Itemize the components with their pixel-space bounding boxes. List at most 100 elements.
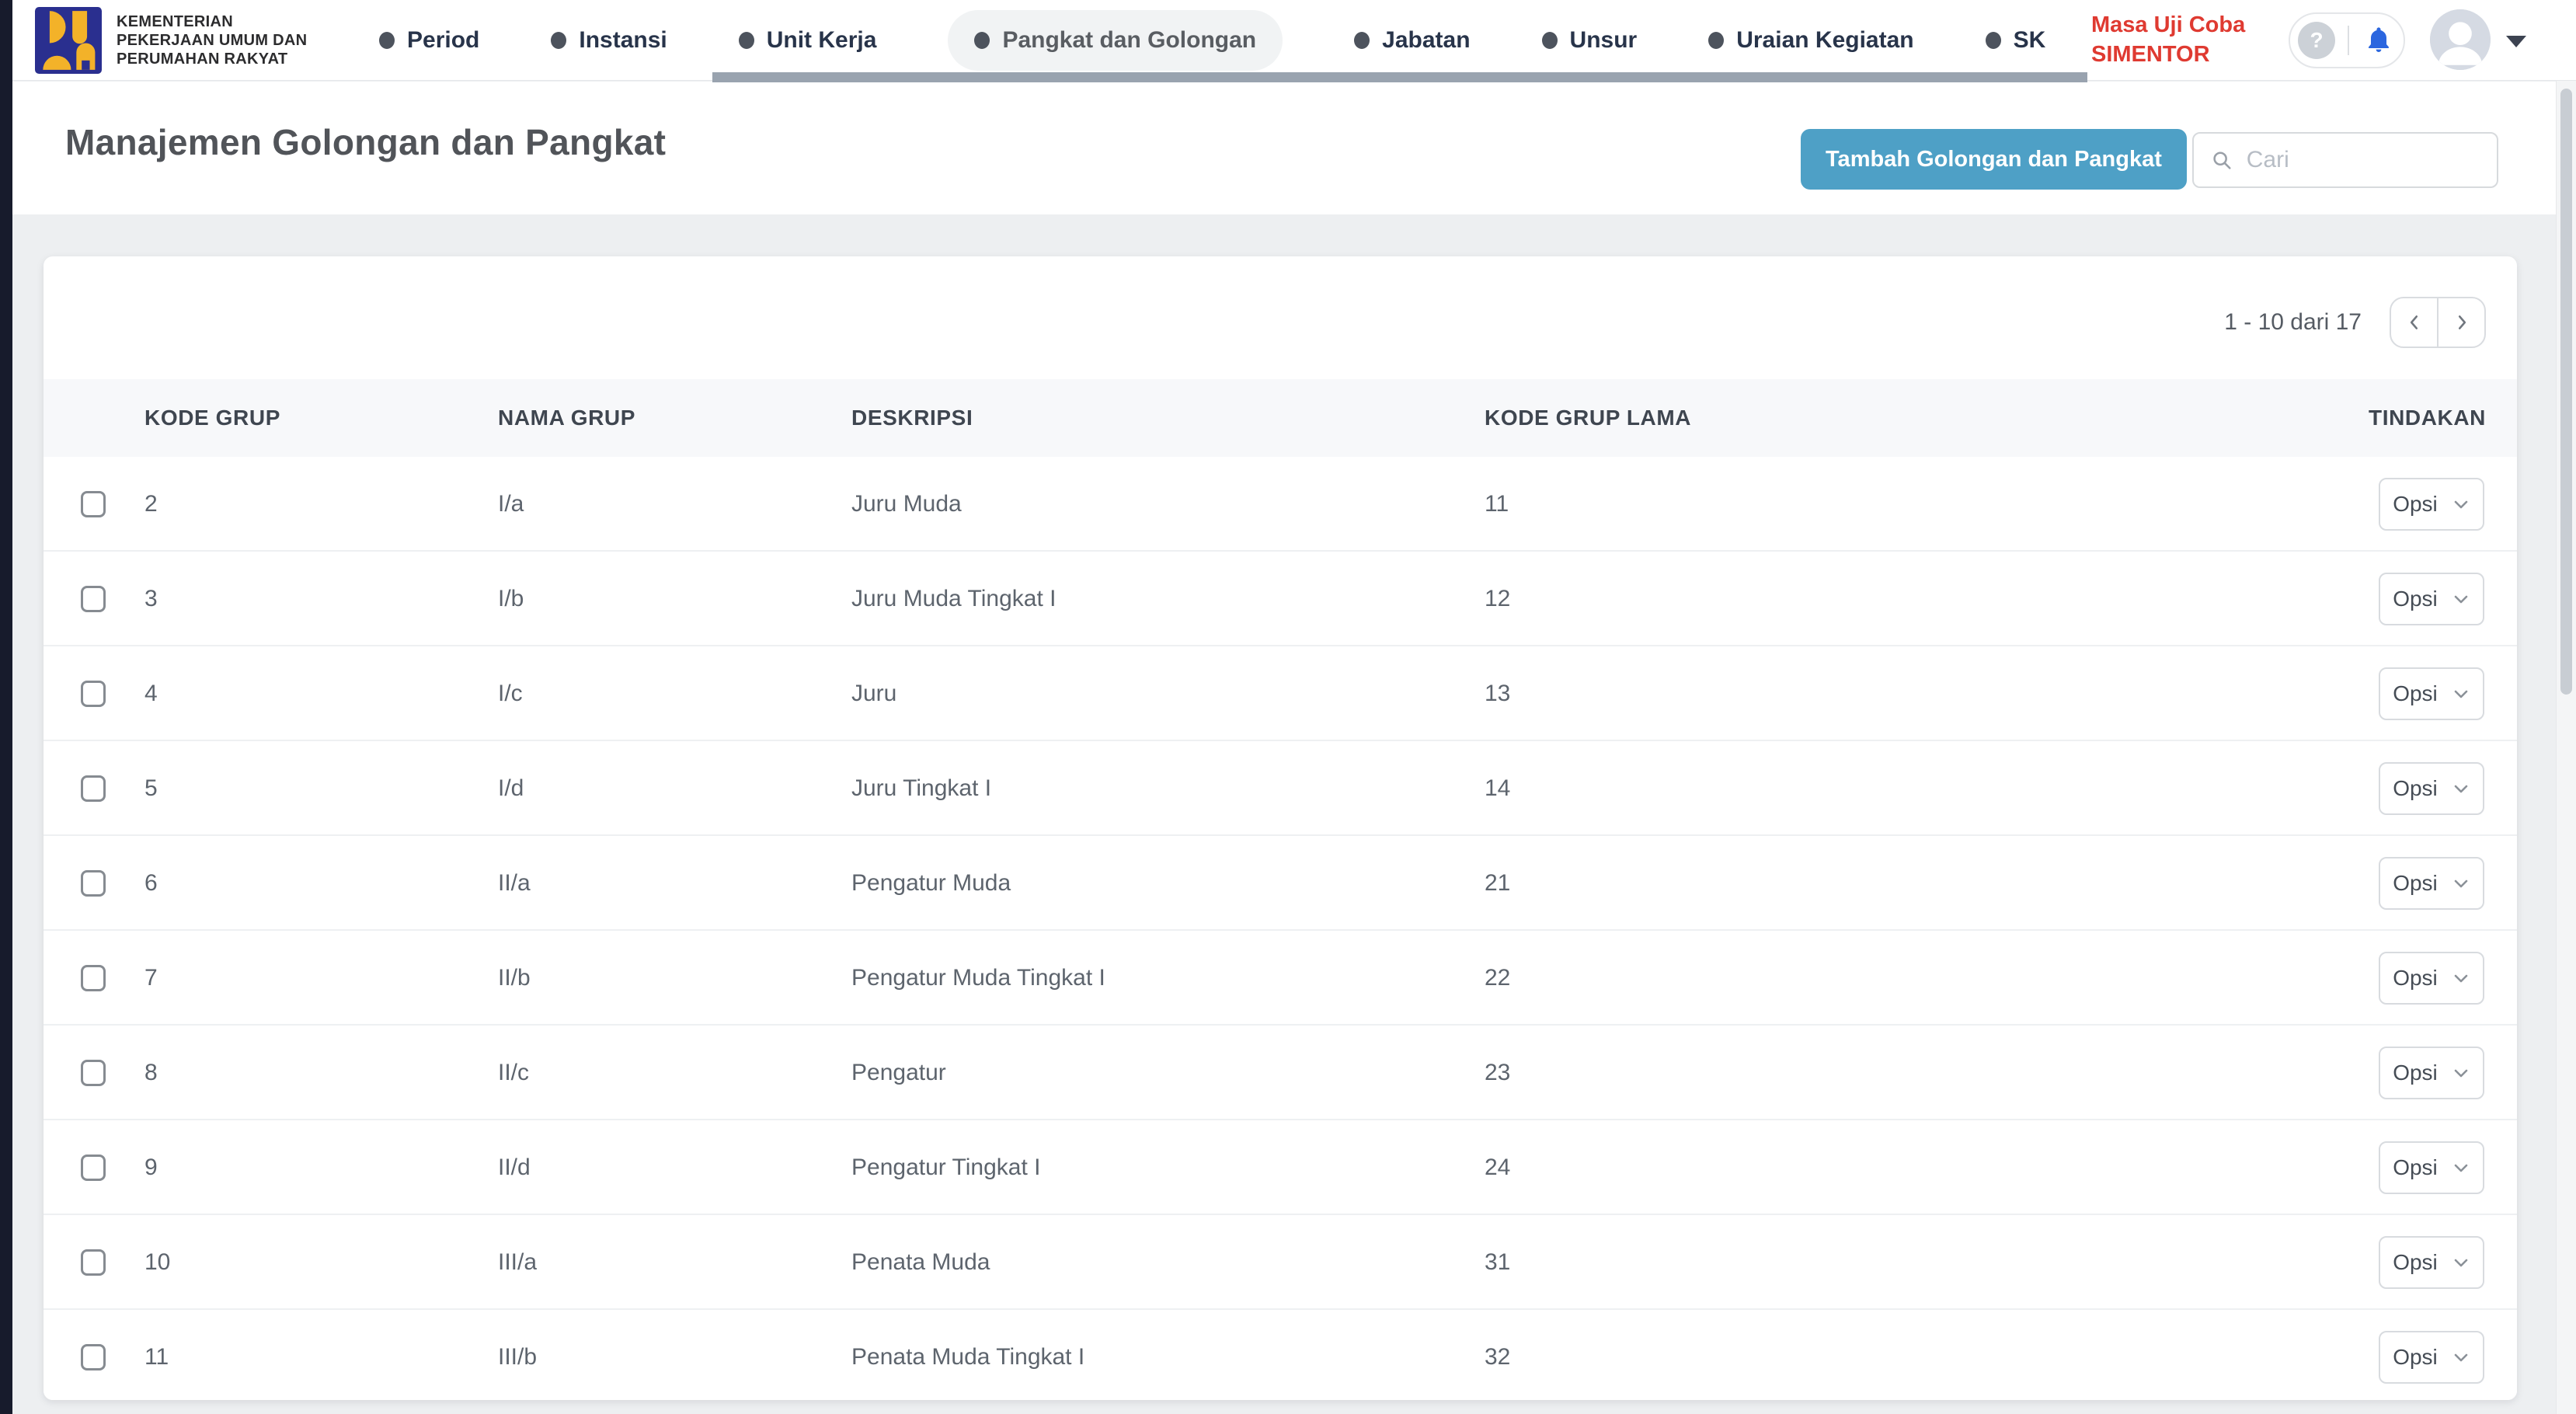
tambah-golongan-button[interactable]: Tambah Golongan dan Pangkat — [1801, 129, 2187, 190]
page-scrollbar[interactable] — [2556, 81, 2576, 1414]
pupr-logo-icon — [34, 7, 103, 74]
cell-nama-grup: II/b — [498, 931, 531, 1026]
ministry-name-line1: KEMENTERIAN — [117, 12, 307, 31]
bullet-icon — [1354, 32, 1370, 49]
row-checkbox[interactable] — [81, 681, 106, 707]
column-header-kode-grup-lama: KODE GRUP LAMA — [1485, 379, 1691, 457]
search-input[interactable] — [2247, 147, 2480, 173]
divider — [2348, 26, 2349, 55]
cell-deskripsi: Juru Tingkat I — [851, 741, 991, 836]
table-row: 7 II/b Pengatur Muda Tingkat I 22 Opsi — [44, 931, 2517, 1026]
cell-deskripsi: Pengatur Tingkat I — [851, 1120, 1041, 1215]
cell-kode-grup: 2 — [144, 457, 158, 552]
table-row: 9 II/d Pengatur Tingkat I 24 Opsi — [44, 1120, 2517, 1215]
cell-kode-grup-lama: 31 — [1485, 1215, 1510, 1310]
opsi-label: Opsi — [2393, 492, 2438, 517]
cell-deskripsi: Penata Muda Tingkat I — [851, 1310, 1084, 1400]
column-header-tindakan: TINDAKAN — [2369, 379, 2486, 457]
bullet-icon — [551, 32, 566, 49]
bullet-icon — [1542, 32, 1558, 49]
opsi-label: Opsi — [2393, 1155, 2438, 1180]
nav-item-unit-kerja[interactable]: Unit Kerja — [739, 10, 877, 71]
row-opsi-button[interactable]: Opsi — [2379, 1141, 2484, 1194]
user-avatar[interactable] — [2430, 9, 2491, 70]
page-scrollbar-thumb[interactable] — [2560, 89, 2572, 695]
bullet-icon — [1708, 32, 1724, 49]
nav-item-label: Instansi — [579, 27, 667, 54]
row-opsi-button[interactable]: Opsi — [2379, 1047, 2484, 1099]
nav-item-period[interactable]: Period — [379, 10, 479, 71]
screen: KEMENTERIAN PEKERJAAN UMUM DAN PERUMAHAN… — [0, 0, 2576, 1414]
cell-deskripsi: Penata Muda — [851, 1215, 990, 1310]
cell-kode-grup-lama: 23 — [1485, 1026, 1510, 1120]
ministry-name-line3: PERUMAHAN RAKYAT — [117, 50, 307, 68]
row-opsi-button[interactable]: Opsi — [2379, 1331, 2484, 1384]
nav-scrollbar-thumb[interactable] — [712, 72, 2087, 82]
nav-item-label: Period — [407, 27, 479, 54]
nav-item-label: Jabatan — [1382, 27, 1470, 54]
opsi-label: Opsi — [2393, 1060, 2438, 1085]
cell-kode-grup: 9 — [144, 1120, 158, 1215]
chevron-down-icon — [2452, 1253, 2470, 1272]
row-checkbox[interactable] — [81, 1155, 106, 1181]
nav-item-label: SK — [2014, 27, 2046, 54]
nav-item-instansi[interactable]: Instansi — [551, 10, 667, 71]
row-opsi-button[interactable]: Opsi — [2379, 762, 2484, 815]
row-checkbox[interactable] — [81, 775, 106, 802]
cell-kode-grup: 7 — [144, 931, 158, 1026]
notifications-button[interactable] — [2362, 23, 2396, 57]
row-opsi-button[interactable]: Opsi — [2379, 1236, 2484, 1289]
row-checkbox[interactable] — [81, 586, 106, 612]
cell-nama-grup: II/a — [498, 836, 531, 931]
row-opsi-button[interactable]: Opsi — [2379, 667, 2484, 720]
bullet-icon — [379, 32, 395, 49]
cell-kode-grup: 6 — [144, 836, 158, 931]
cell-kode-grup: 11 — [144, 1310, 169, 1400]
table-card: 1 - 10 dari 17 KODE GRUP NAMA GRUP DESKR… — [44, 256, 2517, 1400]
caret-down-icon[interactable] — [2506, 36, 2526, 47]
bullet-icon — [739, 32, 754, 49]
cell-kode-grup-lama: 21 — [1485, 836, 1510, 931]
trial-line2: SIMENTOR — [2091, 40, 2245, 69]
cell-nama-grup: I/a — [498, 457, 524, 552]
next-page-button[interactable] — [2438, 298, 2484, 347]
help-icon[interactable]: ? — [2298, 22, 2335, 59]
cell-nama-grup: III/a — [498, 1215, 537, 1310]
cell-nama-grup: I/d — [498, 741, 524, 836]
row-checkbox[interactable] — [81, 1249, 106, 1276]
nav-item-uraian-kegiatan[interactable]: Uraian Kegiatan — [1708, 10, 1913, 71]
row-opsi-button[interactable]: Opsi — [2379, 952, 2484, 1005]
column-header-kode-grup: KODE GRUP — [144, 379, 280, 457]
nav-item-sk[interactable]: SK — [1986, 10, 2046, 71]
page-title: Manajemen Golongan dan Pangkat — [65, 121, 666, 163]
cell-nama-grup: II/d — [498, 1120, 531, 1215]
row-checkbox[interactable] — [81, 1344, 106, 1370]
cell-kode-grup: 5 — [144, 741, 158, 836]
row-checkbox[interactable] — [81, 870, 106, 897]
cell-deskripsi: Juru Muda Tingkat I — [851, 552, 1056, 646]
trial-line1: Masa Uji Coba — [2091, 10, 2245, 40]
row-checkbox[interactable] — [81, 965, 106, 991]
cell-deskripsi: Pengatur Muda — [851, 836, 1011, 931]
cell-kode-grup-lama: 13 — [1485, 646, 1510, 741]
table-row: 10 III/a Penata Muda 31 Opsi — [44, 1215, 2517, 1310]
nav-item-unsur[interactable]: Unsur — [1542, 10, 1638, 71]
row-checkbox[interactable] — [81, 1060, 106, 1086]
cell-kode-grup-lama: 22 — [1485, 931, 1510, 1026]
row-opsi-button[interactable]: Opsi — [2379, 478, 2484, 531]
pagination-range: 1 - 10 dari 17 — [2224, 309, 2362, 336]
chevron-down-icon — [2452, 684, 2470, 703]
table-row: 8 II/c Pengatur 23 Opsi — [44, 1026, 2517, 1120]
nav-item-jabatan[interactable]: Jabatan — [1354, 10, 1470, 71]
nav-item-pangkat-dan-golongan[interactable]: Pangkat dan Golongan — [948, 10, 1283, 71]
ministry-logo: KEMENTERIAN PEKERJAAN UMUM DAN PERUMAHAN… — [34, 7, 307, 74]
main-nav: Period Instansi Unit Kerja Pangkat dan G… — [379, 0, 2045, 81]
column-header-deskripsi: DESKRIPSI — [851, 379, 973, 457]
cell-nama-grup: II/c — [498, 1026, 529, 1120]
row-opsi-button[interactable]: Opsi — [2379, 573, 2484, 625]
opsi-label: Opsi — [2393, 587, 2438, 611]
prev-page-button[interactable] — [2391, 298, 2437, 347]
search-icon — [2211, 148, 2233, 172]
row-checkbox[interactable] — [81, 491, 106, 517]
row-opsi-button[interactable]: Opsi — [2379, 857, 2484, 910]
